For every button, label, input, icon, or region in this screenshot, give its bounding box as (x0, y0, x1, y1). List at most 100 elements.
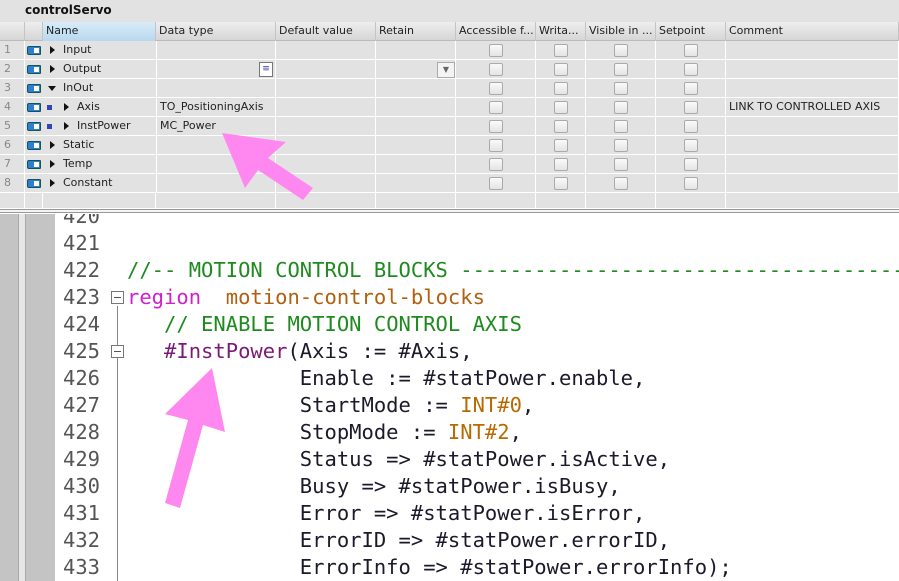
row-name[interactable]: Temp (60, 155, 156, 174)
row-name[interactable]: Input (60, 41, 156, 60)
checkbox[interactable] (489, 158, 503, 171)
row-name[interactable]: Output (60, 60, 156, 79)
checkbox[interactable] (614, 101, 628, 114)
fold-toggle-icon[interactable] (111, 345, 124, 358)
fold-toggle-icon[interactable] (111, 291, 124, 304)
column-header[interactable]: Visible in ... (586, 22, 656, 41)
column-header[interactable]: Accessible f... (456, 22, 536, 41)
table-row[interactable]: 8 Constant (0, 174, 899, 193)
checkbox[interactable] (614, 63, 628, 76)
checkbox[interactable] (489, 120, 503, 133)
row-comment[interactable] (726, 155, 899, 174)
row-comment[interactable] (726, 174, 899, 193)
row-datatype[interactable] (156, 174, 276, 193)
expand-icon[interactable] (50, 141, 55, 149)
row-datatype[interactable] (156, 41, 276, 60)
row-comment[interactable] (726, 117, 899, 136)
splitter[interactable] (0, 209, 899, 213)
row-name[interactable]: Axis (74, 98, 156, 117)
code-line[interactable]: Status => #statPower.isActive, (127, 446, 670, 473)
checkbox[interactable] (554, 177, 568, 190)
code-line[interactable]: //-- MOTION CONTROL BLOCKS -------------… (127, 257, 899, 284)
table-row[interactable]: 7 Temp (0, 155, 899, 174)
checkbox[interactable] (554, 139, 568, 152)
column-header[interactable]: Name (43, 22, 156, 41)
checkbox[interactable] (554, 101, 568, 114)
expand-icon[interactable] (50, 65, 55, 73)
row-datatype[interactable]: TO_PositioningAxis (156, 98, 276, 117)
row-datatype[interactable] (156, 79, 276, 98)
datatype-list-button[interactable]: ≡ (259, 62, 273, 77)
checkbox[interactable] (554, 44, 568, 57)
checkbox[interactable] (489, 177, 503, 190)
table-row[interactable]: 3 InOut (0, 79, 899, 98)
checkbox[interactable] (489, 44, 503, 57)
table-row[interactable]: 5 InstPower MC_Power (0, 117, 899, 136)
row-datatype[interactable] (156, 60, 276, 79)
row-datatype[interactable]: MC_Power (156, 117, 276, 136)
checkbox[interactable] (489, 63, 503, 76)
row-comment[interactable] (726, 41, 899, 60)
column-header[interactable]: Data type (156, 22, 276, 41)
column-header[interactable]: Retain (376, 22, 456, 41)
checkbox[interactable] (554, 82, 568, 95)
row-name[interactable]: InstPower (74, 117, 156, 136)
checkbox[interactable] (489, 101, 503, 114)
row-datatype[interactable] (156, 136, 276, 155)
checkbox[interactable] (684, 177, 698, 190)
code-line[interactable]: Busy => #statPower.isBusy, (127, 473, 621, 500)
checkbox[interactable] (614, 120, 628, 133)
checkbox[interactable] (684, 44, 698, 57)
checkbox[interactable] (614, 139, 628, 152)
code-editor[interactable]: 420 421 422 //-- MOTION CONTROL BLOCKS ----… (55, 214, 899, 581)
code-line[interactable]: region motion-control-blocks (127, 284, 485, 311)
table-row[interactable]: 6 Static (0, 136, 899, 155)
table-row[interactable]: 4 Axis TO_PositioningAxis LINK TO CONTRO… (0, 98, 899, 117)
checkbox[interactable] (554, 158, 568, 171)
checkbox[interactable] (489, 82, 503, 95)
table-row[interactable]: 2 Output ≡ ▼ (0, 60, 899, 79)
checkbox[interactable] (614, 158, 628, 171)
expand-icon[interactable] (50, 160, 55, 168)
checkbox[interactable] (684, 82, 698, 95)
code-line[interactable]: Enable := #statPower.enable, (127, 365, 646, 392)
expand-icon[interactable] (64, 122, 69, 130)
row-comment[interactable]: LINK TO CONTROLLED AXIS (726, 98, 899, 117)
dropdown-arrow-icon[interactable]: ▼ (437, 62, 455, 78)
checkbox[interactable] (684, 158, 698, 171)
line-number: 420 (63, 214, 101, 228)
row-comment[interactable] (726, 136, 899, 155)
code-line[interactable]: ErrorInfo => #statPower.errorInfo); (127, 554, 732, 581)
column-header[interactable]: Writa... (536, 22, 586, 41)
checkbox[interactable] (614, 177, 628, 190)
expand-icon[interactable] (64, 103, 69, 111)
row-comment[interactable] (726, 79, 899, 98)
checkbox[interactable] (684, 120, 698, 133)
column-header[interactable]: Default value (276, 22, 376, 41)
checkbox[interactable] (614, 44, 628, 57)
checkbox[interactable] (489, 139, 503, 152)
checkbox[interactable] (684, 63, 698, 76)
row-comment[interactable] (726, 60, 899, 79)
code-line[interactable]: StopMode := INT#2, (127, 419, 522, 446)
code-line[interactable]: ErrorID => #statPower.errorID, (127, 527, 670, 554)
code-line[interactable]: Error => #statPower.isError, (127, 500, 646, 527)
collapse-icon[interactable] (48, 86, 56, 91)
checkbox[interactable] (684, 101, 698, 114)
code-line[interactable]: #InstPower(Axis := #Axis, (127, 338, 473, 365)
expand-icon[interactable] (50, 179, 55, 187)
row-name[interactable]: InOut (60, 79, 156, 98)
column-header[interactable]: Comment (726, 22, 899, 41)
row-name[interactable]: Constant (60, 174, 156, 193)
expand-icon[interactable] (50, 46, 55, 54)
row-datatype[interactable] (156, 155, 276, 174)
checkbox[interactable] (554, 63, 568, 76)
column-header[interactable]: Setpoint (656, 22, 726, 41)
row-name[interactable]: Static (60, 136, 156, 155)
code-line[interactable]: // ENABLE MOTION CONTROL AXIS (127, 311, 522, 338)
table-row[interactable]: 1 Input (0, 41, 899, 60)
code-line[interactable]: StartMode := INT#0, (127, 392, 535, 419)
checkbox[interactable] (554, 120, 568, 133)
checkbox[interactable] (614, 82, 628, 95)
checkbox[interactable] (684, 139, 698, 152)
